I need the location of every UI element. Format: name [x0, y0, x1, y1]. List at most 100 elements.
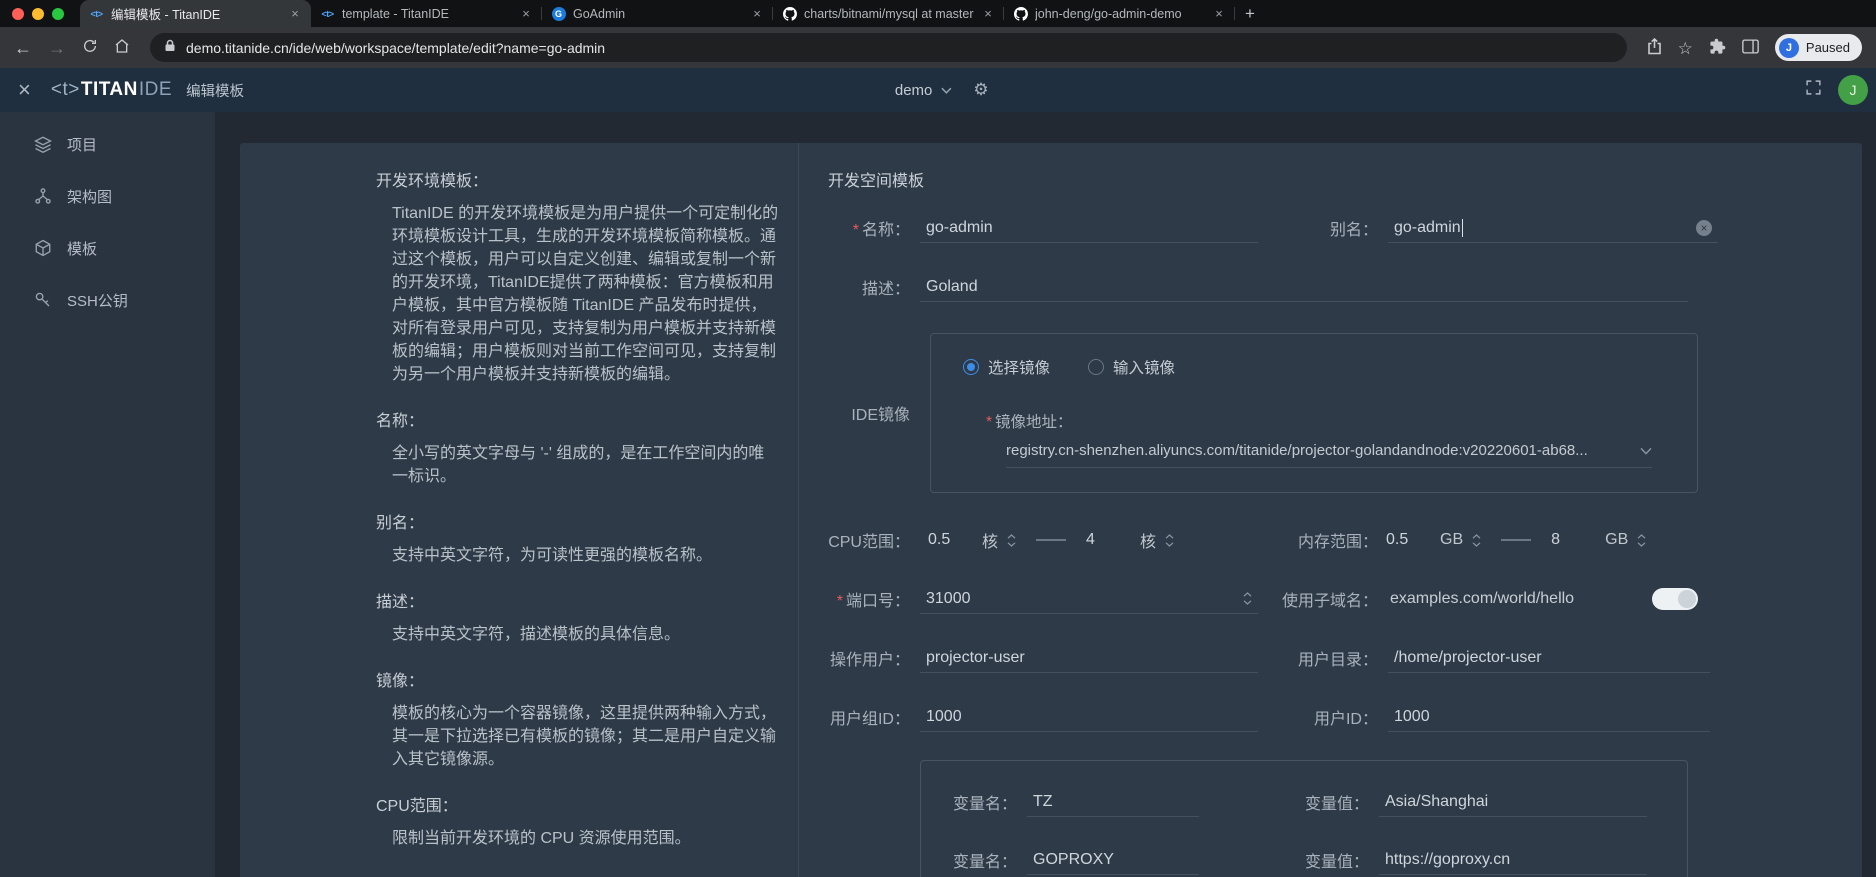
profile-paused-button[interactable]: J Paused [1775, 34, 1862, 61]
memory-max-input[interactable]: 8 [1551, 531, 1589, 549]
home-button[interactable] [114, 38, 130, 57]
tab-github-go-admin-demo[interactable]: john-deng/go-admin-demo [1004, 0, 1235, 27]
group-id-label: 用户组ID： [828, 705, 910, 729]
browser-window: <t> 编辑模板 - TitanIDE <t> template - Titan… [0, 0, 1876, 877]
site-info-lock-icon[interactable] [164, 39, 176, 57]
radio-select-image[interactable]: 选择镜像 [963, 356, 1050, 378]
logo-titan: TITAN [81, 79, 138, 101]
image-address-select[interactable]: registry.cn-shenzhen.aliyuncs.com/titani… [1006, 434, 1652, 468]
doc-heading: 描述： [376, 591, 780, 614]
group-id-input[interactable]: 1000 [920, 702, 1258, 732]
profile-avatar: J [1779, 38, 1799, 58]
reload-button[interactable] [82, 38, 98, 57]
tab-title: charts/bitnami/mysql at master [804, 7, 974, 21]
user-dir-input[interactable]: /home/projector-user [1388, 643, 1710, 673]
goadmin-favicon-icon: G [551, 6, 566, 21]
fullscreen-icon[interactable] [1805, 79, 1822, 101]
window-controls [0, 0, 80, 27]
tab-close-icon[interactable] [519, 6, 533, 21]
close-window-button[interactable] [12, 8, 24, 20]
tab-close-icon[interactable] [288, 6, 302, 21]
zoom-window-button[interactable] [52, 8, 64, 20]
subdomain-toggle[interactable] [1652, 588, 1698, 610]
env-value-label: 变量值： [1303, 848, 1369, 872]
github-icon [1013, 6, 1028, 21]
radio-unselected-icon [1088, 359, 1104, 375]
user-dir-value: /home/projector-user [1394, 649, 1542, 667]
port-input[interactable]: 31000 [920, 584, 1258, 614]
browser-toolbar: demo.titanide.cn/ide/web/workspace/templ… [0, 27, 1876, 68]
app-header: <t> TITAN IDE 编辑模板 demo J [0, 68, 1876, 112]
port-label: 端口号： [828, 587, 910, 611]
tab-close-icon[interactable] [1212, 6, 1226, 21]
sidebar-item-projects[interactable]: 项目 [0, 118, 215, 170]
name-input[interactable]: go-admin [920, 213, 1258, 243]
user-id-value: 1000 [1394, 708, 1430, 726]
stepper-icon[interactable] [1165, 534, 1174, 547]
user-avatar[interactable]: J [1838, 75, 1868, 105]
alias-input[interactable]: go-admin [1388, 213, 1718, 243]
sidebar-item-architecture[interactable]: 架构图 [0, 170, 215, 222]
radio-label: 输入镜像 [1113, 356, 1175, 378]
group-id-value: 1000 [926, 708, 962, 726]
back-button[interactable] [14, 39, 32, 57]
tab-template[interactable]: <t> template - TitanIDE [311, 0, 542, 27]
chevron-down-icon [940, 87, 951, 94]
memory-min-input[interactable]: 0.5 [1386, 531, 1424, 549]
tab-close-icon[interactable] [981, 6, 995, 21]
user-id-input[interactable]: 1000 [1388, 702, 1710, 732]
cpu-max-input[interactable]: 4 [1086, 531, 1124, 549]
layers-icon [34, 135, 52, 153]
env-name-input[interactable]: GOPROXY [1027, 845, 1199, 875]
forward-button[interactable] [48, 39, 66, 57]
tab-close-icon[interactable] [750, 6, 764, 21]
titanide-favicon-icon: <t> [89, 6, 104, 21]
env-name-value: TZ [1033, 793, 1053, 811]
doc-section: CPU范围： 限制当前开发环境的 CPU 资源使用范围。 [376, 795, 780, 850]
logo-ide: IDE [139, 79, 172, 101]
env-value-input[interactable]: https://goproxy.cn [1379, 845, 1647, 875]
cpu-min-input[interactable]: 0.5 [928, 531, 966, 549]
stepper-icon[interactable] [1637, 534, 1646, 547]
cpu-min-unit: 核 [982, 528, 998, 552]
side-panel-icon[interactable] [1742, 39, 1759, 57]
op-user-input[interactable]: projector-user [920, 643, 1258, 673]
settings-gear-icon[interactable] [973, 80, 988, 100]
stepper-icon[interactable] [1243, 592, 1252, 605]
env-value-value: https://goproxy.cn [1385, 851, 1510, 869]
cpu-range-label: CPU范围： [828, 528, 910, 552]
alias-label: 别名： [1258, 216, 1378, 240]
new-tab-button[interactable] [1245, 4, 1255, 24]
url-text: demo.titanide.cn/ide/web/workspace/templ… [186, 40, 605, 56]
minimize-window-button[interactable] [32, 8, 44, 20]
sidebar-item-ssh-keys[interactable]: SSH公钥 [0, 274, 215, 326]
stepper-icon[interactable] [1472, 534, 1481, 547]
op-user-value: projector-user [926, 649, 1025, 667]
workspace-selector[interactable]: demo [895, 82, 952, 99]
extensions-puzzle-icon[interactable] [1709, 38, 1726, 58]
clear-input-icon[interactable] [1696, 220, 1712, 236]
radio-input-image[interactable]: 输入镜像 [1088, 356, 1175, 378]
stepper-icon[interactable] [1007, 534, 1016, 547]
column-divider [798, 143, 799, 877]
env-value-input[interactable]: Asia/Shanghai [1379, 787, 1647, 817]
memory-max-unit: GB [1605, 531, 1628, 549]
sidebar-item-templates[interactable]: 模板 [0, 222, 215, 274]
range-dash [1501, 539, 1531, 541]
tab-goadmin[interactable]: G GoAdmin [542, 0, 773, 27]
description-input[interactable]: Goland [920, 272, 1688, 302]
tab-github-mysql[interactable]: charts/bitnami/mysql at master [773, 0, 1004, 27]
tab-edit-template[interactable]: <t> 编辑模板 - TitanIDE [80, 0, 311, 27]
address-bar[interactable]: demo.titanide.cn/ide/web/workspace/templ… [150, 33, 1627, 62]
radio-selected-icon [963, 359, 979, 375]
doc-heading: CPU范围： [376, 795, 780, 818]
close-editor-icon[interactable] [18, 79, 31, 101]
share-icon[interactable] [1647, 38, 1662, 58]
bookmark-star-icon[interactable] [1678, 39, 1693, 57]
doc-body: 支持中英文字符，为可读性更强的模板名称。 [392, 544, 780, 567]
env-name-input[interactable]: TZ [1027, 787, 1199, 817]
env-name-label: 变量名： [951, 790, 1017, 814]
app-body: 项目 架构图 模板 SSH公钥 开发环境模板： [0, 112, 1876, 877]
memory-range-inputs: 0.5 GB 8 GB [1378, 531, 1646, 549]
ide-image-group: 选择镜像 输入镜像 镜像地址： registry.cn-shenzhen.ali… [930, 333, 1698, 493]
